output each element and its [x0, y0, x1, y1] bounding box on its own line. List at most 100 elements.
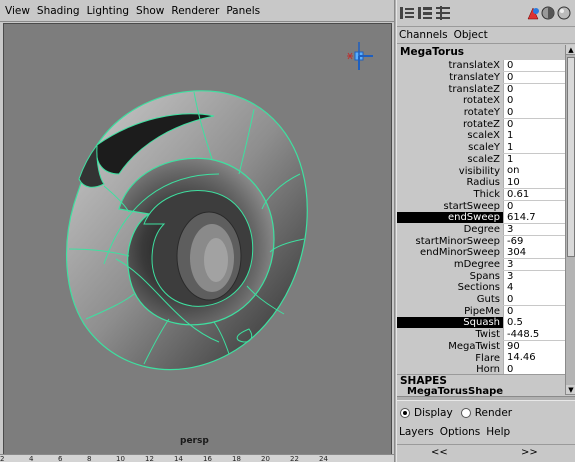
menu-panels[interactable]: Panels: [226, 5, 260, 17]
scrollbar-thumb[interactable]: [567, 57, 575, 257]
attribute-value-field[interactable]: 3: [503, 258, 565, 271]
attribute-row[interactable]: mDegree 3: [397, 258, 565, 271]
attribute-row[interactable]: PipeMe 0: [397, 305, 565, 317]
time-ruler[interactable]: 2 4 6 8 10 12 14 16 18 20 22 24: [0, 454, 394, 462]
attribute-scrollbar[interactable]: ▲ ▼: [565, 45, 575, 395]
attribute-row[interactable]: MegaTwist 90: [397, 340, 565, 353]
menu-object[interactable]: Object: [454, 29, 488, 41]
display-radio[interactable]: Display: [400, 407, 453, 419]
attribute-value-field[interactable]: 1: [503, 142, 565, 154]
attribute-label[interactable]: startSweep: [397, 201, 503, 212]
attribute-label[interactable]: Thick: [397, 189, 503, 200]
render-radio-icon[interactable]: [460, 408, 471, 418]
attribute-row[interactable]: translateX 0: [397, 60, 565, 72]
attribute-label[interactable]: scaleX: [397, 130, 503, 141]
render-radio[interactable]: Render: [460, 407, 512, 419]
channel-layer-icon[interactable]: [435, 5, 451, 21]
layer-nav-right-button[interactable]: >>: [521, 447, 538, 458]
attribute-value-field[interactable]: on: [503, 165, 565, 177]
channel-layer-splitter[interactable]: [397, 396, 575, 401]
display-radio-icon[interactable]: [400, 408, 410, 418]
attribute-row[interactable]: rotateX 0: [397, 95, 565, 107]
attribute-value-field[interactable]: 0.5: [503, 317, 565, 329]
attribute-label[interactable]: startMinorSweep: [397, 236, 503, 247]
attribute-value-field[interactable]: 0: [503, 60, 565, 72]
sphere-icon[interactable]: [556, 5, 572, 21]
attribute-label[interactable]: Sections: [397, 282, 503, 293]
menu-options[interactable]: Options: [440, 426, 481, 438]
attribute-row[interactable]: rotateY 0: [397, 107, 565, 119]
layer-editor-icon[interactable]: [417, 5, 433, 21]
channel-box-icon[interactable]: [399, 5, 415, 21]
menu-shading[interactable]: Shading: [37, 5, 80, 17]
attribute-label[interactable]: rotateY: [397, 107, 503, 118]
attribute-value-field[interactable]: -448.5: [503, 329, 565, 341]
attribute-label[interactable]: PipeMe: [397, 306, 503, 317]
attribute-value-field[interactable]: 0: [503, 107, 565, 119]
menu-view[interactable]: View: [5, 5, 30, 17]
attribute-label[interactable]: mDegree: [397, 259, 503, 270]
attribute-value-field[interactable]: 0: [503, 200, 565, 212]
attribute-label[interactable]: Twist: [397, 329, 503, 340]
attribute-row[interactable]: translateY 0: [397, 71, 565, 84]
attribute-value-field[interactable]: 0: [503, 71, 565, 84]
attribute-row[interactable]: Guts 0: [397, 294, 565, 306]
3d-viewport[interactable]: persp: [3, 23, 392, 455]
attribute-value-field[interactable]: 0: [503, 118, 565, 130]
attribute-label[interactable]: rotateZ: [397, 119, 503, 130]
scroll-down-icon[interactable]: ▼: [566, 385, 575, 395]
menu-lighting[interactable]: Lighting: [87, 5, 129, 17]
menu-renderer[interactable]: Renderer: [171, 5, 219, 17]
attribute-label[interactable]: translateX: [397, 60, 503, 71]
attribute-label[interactable]: Spans: [397, 271, 503, 282]
attribute-label[interactable]: endMinorSweep: [397, 247, 503, 258]
attribute-label[interactable]: Squash: [397, 317, 503, 329]
attribute-label[interactable]: translateY: [397, 72, 503, 83]
layer-nav-left-button[interactable]: <<: [431, 447, 448, 458]
attribute-value-field[interactable]: 614.7: [503, 212, 565, 224]
attribute-label[interactable]: endSweep: [397, 212, 503, 224]
attribute-row[interactable]: startSweep 0: [397, 200, 565, 212]
attribute-row[interactable]: Degree 3: [397, 223, 565, 236]
attribute-label[interactable]: Guts: [397, 294, 503, 305]
attribute-label[interactable]: scaleY: [397, 142, 503, 153]
attribute-row[interactable]: Twist -448.5: [397, 329, 565, 341]
attribute-value-field[interactable]: 0: [503, 83, 565, 95]
attribute-value-field[interactable]: 90: [503, 340, 565, 352]
menu-channels[interactable]: Channels: [399, 29, 448, 41]
attribute-value-field[interactable]: 0: [503, 294, 565, 306]
node-name[interactable]: MegaTorus: [397, 45, 565, 60]
attribute-row[interactable]: endSweep 614.7: [397, 212, 565, 224]
attribute-row[interactable]: startMinorSweep -69: [397, 235, 565, 247]
attribute-row[interactable]: rotateZ 0: [397, 118, 565, 130]
attribute-label[interactable]: translateZ: [397, 84, 503, 95]
attribute-row[interactable]: scaleY 1: [397, 142, 565, 154]
attribute-row[interactable]: Sections 4: [397, 282, 565, 294]
attribute-row[interactable]: Radius 10: [397, 177, 565, 189]
menu-layers[interactable]: Layers: [399, 426, 434, 438]
attribute-label[interactable]: rotateX: [397, 95, 503, 106]
attribute-row[interactable]: translateZ 0: [397, 83, 565, 95]
menu-show[interactable]: Show: [136, 5, 164, 17]
tool-settings-icon[interactable]: [525, 5, 541, 21]
attribute-row[interactable]: Flare 14.46: [397, 352, 565, 364]
attribute-value-field[interactable]: -69: [503, 235, 565, 247]
attribute-row[interactable]: Squash 0.5: [397, 317, 565, 329]
attribute-value-field[interactable]: 10: [503, 177, 565, 189]
attribute-label[interactable]: Flare: [397, 353, 503, 364]
attribute-row[interactable]: visibility on: [397, 165, 565, 177]
attribute-label[interactable]: MegaTwist: [397, 341, 503, 352]
attribute-row[interactable]: endMinorSweep 304: [397, 247, 565, 259]
attribute-value-field[interactable]: 3: [503, 223, 565, 236]
attribute-row[interactable]: scaleZ 1: [397, 153, 565, 166]
attribute-value-field[interactable]: 1: [503, 130, 565, 142]
attribute-label[interactable]: visibility: [397, 166, 503, 177]
attribute-value-field[interactable]: 0.61: [503, 188, 565, 200]
attribute-value-field[interactable]: 0: [503, 95, 565, 107]
render-sphere-icon[interactable]: [540, 5, 556, 21]
attribute-value-field[interactable]: 0: [503, 305, 565, 317]
attribute-label[interactable]: scaleZ: [397, 154, 503, 165]
attribute-value-field[interactable]: 1: [503, 153, 565, 165]
attribute-value-field[interactable]: 3: [503, 270, 565, 282]
attribute-value-field[interactable]: 14.46: [503, 352, 565, 364]
